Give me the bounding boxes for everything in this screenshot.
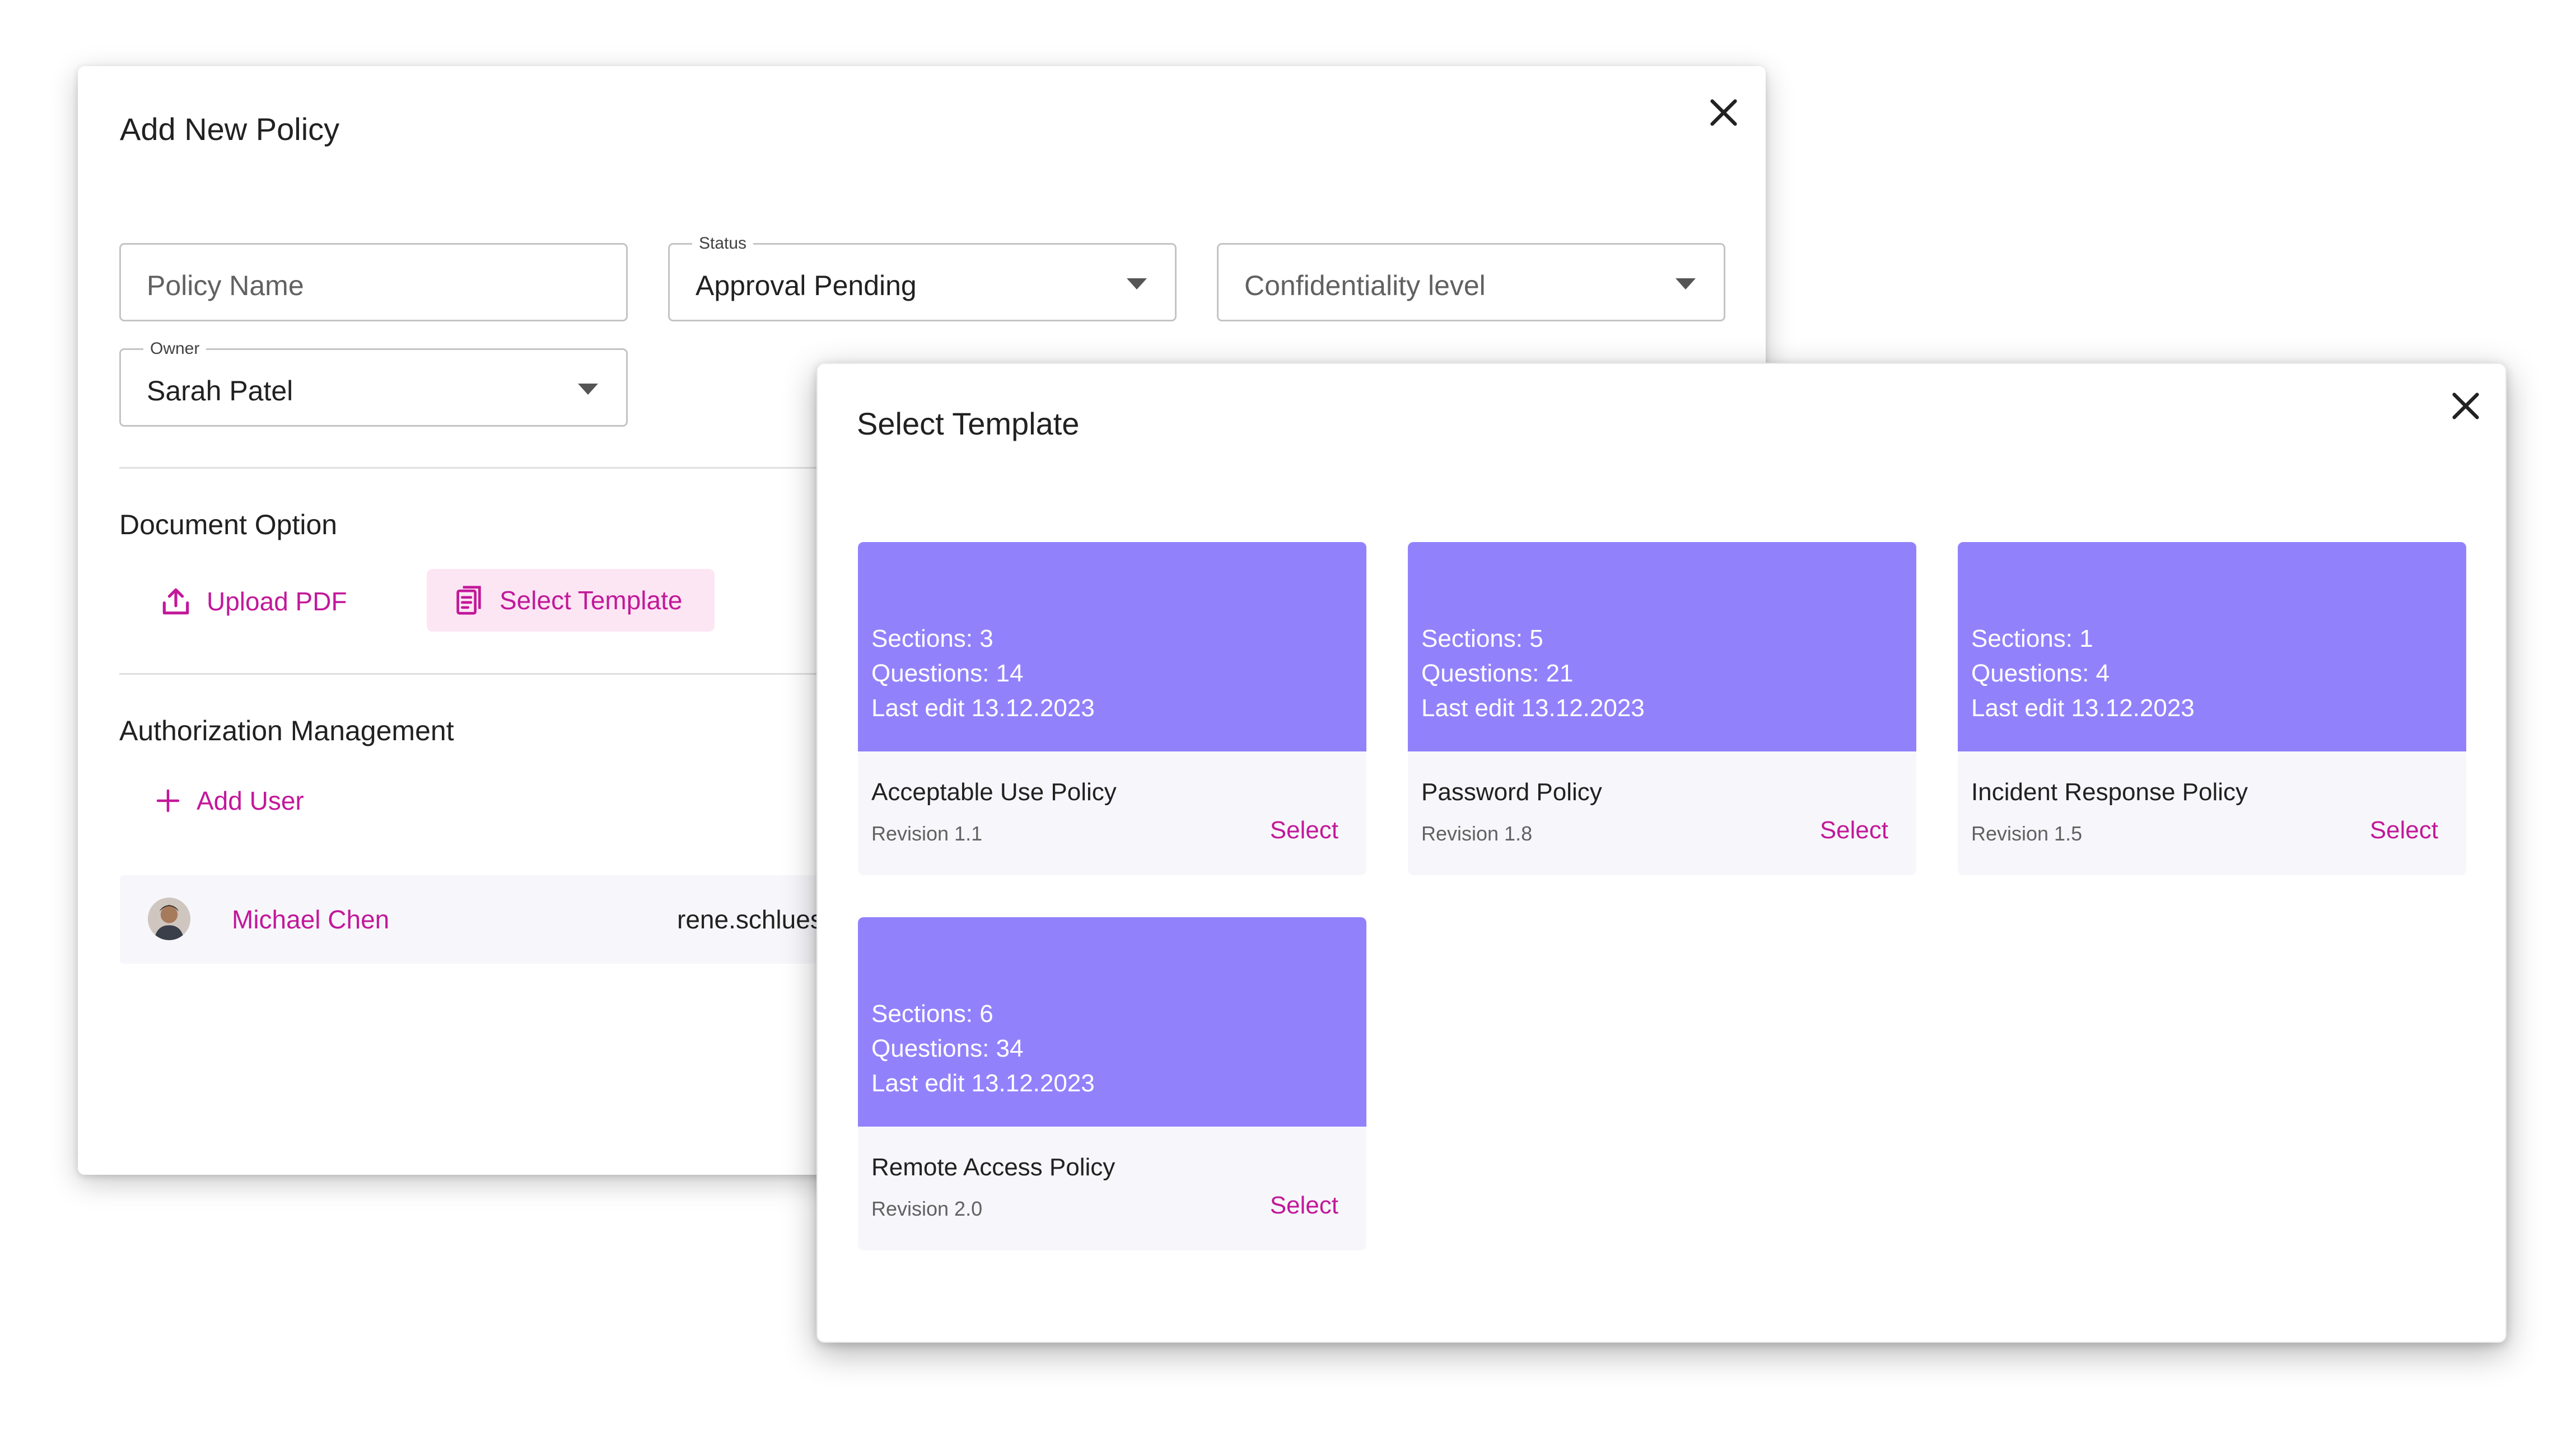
plus-icon	[156, 789, 180, 812]
select-template-link[interactable]: Select	[1820, 816, 1888, 844]
template-card[interactable]: Sections: 3 Questions: 14 Last edit 13.1…	[858, 542, 1366, 875]
template-card-header: Sections: 5 Questions: 21 Last edit 13.1…	[1408, 542, 1916, 751]
owner-label: Owner	[143, 338, 207, 360]
user-row[interactable]: Michael Chen rene.schluess@	[120, 875, 904, 964]
dialog-title: Select Template	[857, 406, 1080, 441]
caret-down-icon	[578, 384, 598, 395]
template-last-edit: Last edit 13.12.2023	[871, 1070, 1095, 1097]
status-label: Status	[692, 232, 754, 255]
add-user-button[interactable]: Add User	[128, 769, 329, 832]
template-questions: Questions: 21	[1421, 660, 1574, 687]
status-select[interactable]: Status Approval Pending	[668, 232, 1177, 321]
template-revision: Revision 1.5	[1971, 822, 2083, 845]
template-questions: Questions: 34	[871, 1035, 1024, 1062]
select-template-link[interactable]: Select	[2370, 816, 2438, 844]
close-template-dialog-button[interactable]	[2446, 386, 2485, 426]
confidentiality-placeholder: Confidentiality level	[1244, 270, 1486, 301]
template-sections: Sections: 1	[1971, 625, 2093, 652]
policy-name-placeholder: Policy Name	[147, 270, 304, 301]
close-icon	[2452, 393, 2479, 419]
template-card[interactable]: Sections: 5 Questions: 21 Last edit 13.1…	[1408, 542, 1916, 875]
authorization-management-title: Authorization Management	[119, 715, 454, 746]
select-template-button[interactable]: Select Template	[427, 569, 715, 632]
divider	[119, 467, 870, 469]
template-name: Password Policy	[1421, 778, 1602, 806]
template-name: Acceptable Use Policy	[871, 778, 1117, 806]
caret-down-icon	[1676, 278, 1696, 289]
template-card-header: Sections: 3 Questions: 14 Last edit 13.1…	[858, 542, 1366, 751]
template-revision: Revision 2.0	[871, 1197, 983, 1220]
template-name: Remote Access Policy	[871, 1154, 1116, 1181]
avatar	[148, 898, 190, 940]
add-user-label: Add User	[197, 786, 304, 815]
select-template-label: Select Template	[500, 586, 683, 615]
template-revision: Revision 1.8	[1421, 822, 1533, 845]
upload-pdf-button[interactable]: Upload PDF	[134, 570, 372, 633]
upload-pdf-label: Upload PDF	[207, 587, 347, 616]
status-value: Approval Pending	[696, 270, 917, 301]
template-last-edit: Last edit 13.12.2023	[871, 694, 1095, 722]
document-option-title: Document Option	[119, 509, 338, 540]
template-name: Incident Response Policy	[1971, 778, 2248, 806]
template-card-header: Sections: 1 Questions: 4 Last edit 13.12…	[1958, 542, 2466, 751]
caret-down-icon	[1127, 278, 1147, 289]
template-card[interactable]: Sections: 1 Questions: 4 Last edit 13.12…	[1958, 542, 2466, 875]
divider	[119, 673, 870, 675]
policy-name-input[interactable]: Policy Name	[119, 243, 628, 321]
document-template-icon	[456, 586, 481, 615]
close-icon	[1710, 99, 1737, 126]
stage: Add New Policy Policy Name Status Approv…	[0, 0, 2576, 1429]
template-sections: Sections: 6	[871, 1000, 993, 1028]
template-sections: Sections: 3	[871, 625, 993, 652]
owner-value: Sarah Patel	[147, 375, 293, 407]
template-sections: Sections: 5	[1421, 625, 1543, 652]
owner-select[interactable]: Owner Sarah Patel	[119, 338, 628, 427]
select-template-dialog: Select Template Sections: 3 Questions: 1…	[816, 363, 2507, 1343]
dialog-title: Add New Policy	[120, 111, 340, 147]
confidentiality-select[interactable]: Confidentiality level	[1217, 243, 1725, 321]
template-last-edit: Last edit 13.12.2023	[1421, 694, 1645, 722]
upload-icon	[162, 588, 189, 615]
template-last-edit: Last edit 13.12.2023	[1971, 694, 2195, 722]
template-revision: Revision 1.1	[871, 822, 983, 845]
template-questions: Questions: 4	[1971, 660, 2110, 687]
select-template-link[interactable]: Select	[1270, 816, 1338, 844]
template-card-header: Sections: 6 Questions: 34 Last edit 13.1…	[858, 917, 1366, 1127]
template-questions: Questions: 14	[871, 660, 1024, 687]
close-policy-dialog-button[interactable]	[1704, 93, 1743, 132]
template-card[interactable]: Sections: 6 Questions: 34 Last edit 13.1…	[858, 917, 1366, 1250]
select-template-link[interactable]: Select	[1270, 1192, 1338, 1220]
user-name[interactable]: Michael Chen	[232, 904, 389, 935]
